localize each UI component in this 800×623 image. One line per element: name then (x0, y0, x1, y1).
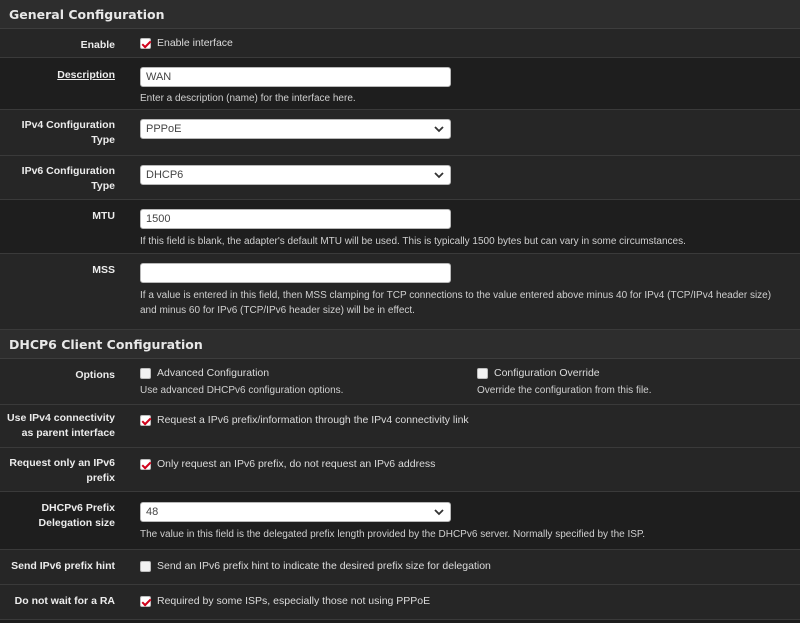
prefix-size-label: DHCPv6 Prefix Delegation size (38, 502, 115, 529)
chevron-down-icon (434, 172, 444, 179)
enable-row: Enable Enable interface (0, 29, 800, 58)
ipv4-type-value: PPPoE (146, 123, 182, 135)
mss-row: MSS If a value is entered in this field,… (0, 254, 800, 330)
ipv6-type-select[interactable]: DHCP6 (140, 165, 451, 185)
options-label: Options (75, 369, 115, 381)
use-ipv4-checkbox-label: Request a IPv6 prefix/information throug… (157, 414, 469, 426)
configuration-override-label: Configuration Override (494, 367, 600, 379)
prefix-hint-row: Send IPv6 prefix hint Send an IPv6 prefi… (0, 550, 800, 585)
mss-input[interactable] (140, 263, 451, 283)
ipv4-type-select[interactable]: PPPoE (140, 119, 451, 139)
chevron-down-icon (434, 126, 444, 133)
request-prefix-checkbox-box[interactable] (140, 458, 151, 470)
prefix-size-select[interactable]: 48 (140, 502, 451, 522)
no-wait-ra-row: Do not wait for a RA Required by some IS… (0, 585, 800, 620)
description-input[interactable]: WAN (140, 67, 451, 87)
advanced-configuration-label: Advanced Configuration (157, 367, 270, 379)
prefix-size-help: The value in this field is the delegated… (140, 529, 646, 540)
description-row: Description WAN Enter a description (nam… (0, 58, 800, 110)
no-wait-ra-label: Do not wait for a RA (14, 595, 115, 607)
mss-help: If a value is entered in this field, the… (140, 290, 772, 316)
advanced-checkbox-box[interactable] (140, 367, 151, 379)
enable-label: Enable (80, 39, 115, 51)
request-prefix-checkbox[interactable]: Only request an IPv6 prefix, do not requ… (140, 458, 790, 470)
ipv4-type-label: IPv4 Configuration Type (21, 119, 115, 146)
mtu-help: If this field is blank, the adapter's de… (140, 236, 686, 247)
mtu-label: MTU (92, 210, 115, 222)
options-row: Options Advanced Configuration Use advan… (0, 359, 800, 405)
prefix-hint-label: Send IPv6 prefix hint (11, 560, 115, 572)
request-prefix-label: Request only an IPv6 prefix (9, 457, 115, 484)
enable-checkbox-box[interactable] (140, 37, 151, 49)
use-ipv4-checkbox-box[interactable] (140, 414, 151, 426)
configuration-override-help: Override the configuration from this fil… (477, 385, 652, 396)
description-help: Enter a description (name) for the inter… (140, 93, 356, 104)
use-ipv4-row: Use IPv4 connectivity as parent interfac… (0, 405, 800, 448)
prefix-hint-checkbox-label: Send an IPv6 prefix hint to indicate the… (157, 560, 491, 572)
use-ipv4-checkbox[interactable]: Request a IPv6 prefix/information throug… (140, 414, 790, 426)
enable-interface-label: Enable interface (157, 37, 233, 49)
general-configuration-header: General Configuration (0, 0, 800, 29)
use-ipv4-label: Use IPv4 connectivity as parent interfac… (7, 412, 115, 439)
prefix-hint-checkbox[interactable]: Send an IPv6 prefix hint to indicate the… (140, 560, 790, 572)
description-label[interactable]: Description (0, 58, 122, 109)
no-wait-ra-checkbox-label: Required by some ISPs, especially those … (157, 595, 431, 607)
dhcp6-client-configuration-header: DHCP6 Client Configuration (0, 330, 800, 359)
request-prefix-row: Request only an IPv6 prefix Only request… (0, 448, 800, 492)
ipv6-type-value: DHCP6 (146, 169, 184, 181)
chevron-down-icon (434, 509, 444, 516)
ipv4-type-row: IPv4 Configuration Type PPPoE (0, 110, 800, 156)
enable-interface-checkbox[interactable]: Enable interface (140, 37, 790, 49)
mss-label: MSS (92, 264, 115, 276)
prefix-hint-checkbox-box[interactable] (140, 560, 151, 572)
ipv6-type-label: IPv6 Configuration Type (21, 165, 115, 192)
mtu-input[interactable]: 1500 (140, 209, 451, 229)
ipv6-type-row: IPv6 Configuration Type DHCP6 (0, 156, 800, 200)
prefix-size-row: DHCPv6 Prefix Delegation size 48 The val… (0, 492, 800, 550)
prefix-size-value: 48 (146, 506, 159, 518)
no-wait-ra-checkbox[interactable]: Required by some ISPs, especially those … (140, 595, 790, 607)
no-wait-ra-checkbox-box[interactable] (140, 595, 151, 607)
override-checkbox-box[interactable] (477, 367, 488, 379)
configuration-override-checkbox[interactable]: Configuration Override (477, 367, 790, 379)
request-prefix-checkbox-label: Only request an IPv6 prefix, do not requ… (157, 458, 436, 470)
mtu-row: MTU 1500 If this field is blank, the ada… (0, 200, 800, 254)
